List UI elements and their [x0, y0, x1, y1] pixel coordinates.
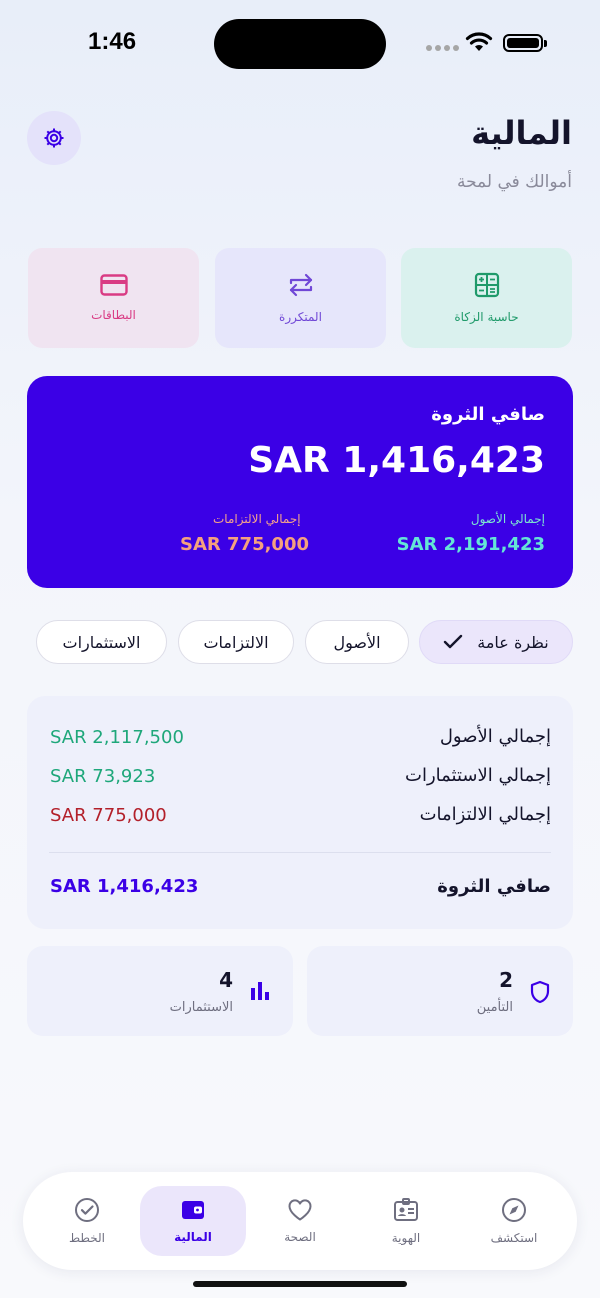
summary-net-worth-value: SAR 1,416,423: [50, 876, 199, 897]
summary-assets-label: إجمالي الأصول: [439, 726, 551, 747]
heart-icon: [288, 1199, 312, 1221]
shield-icon: [530, 980, 550, 1004]
summary-liabilities-label: إجمالي الالتزامات: [419, 804, 551, 825]
nav-health-label: الصحة: [284, 1230, 316, 1244]
nav-explore-label: استكشف: [490, 1231, 538, 1245]
summary-divider: [49, 852, 551, 853]
wifi-icon: [465, 32, 493, 51]
tab-overview-label: نظرة عامة: [477, 632, 549, 652]
credit-card-icon: [99, 274, 128, 296]
net-worth-value: SAR 1,416,423: [248, 440, 545, 481]
zakat-calculator-button[interactable]: حاسبة الزكاة: [401, 248, 572, 348]
insurance-card[interactable]: 2 التأمين: [307, 946, 573, 1036]
total-assets-label: إجمالي الأصول: [470, 512, 545, 526]
tab-investments-label: الاستثمارات: [62, 632, 141, 652]
tab-overview[interactable]: نظرة عامة: [419, 620, 573, 664]
nav-finance[interactable]: المالية: [140, 1186, 246, 1256]
battery-icon: [503, 34, 543, 52]
wallet-icon: [182, 1201, 204, 1219]
cards-button[interactable]: البطاقات: [28, 248, 199, 348]
calculator-icon: [474, 272, 499, 298]
investments-label: الاستثمارات: [169, 1000, 233, 1015]
gear-icon: [44, 128, 64, 148]
bar-chart-icon: [251, 982, 269, 1000]
tab-investments[interactable]: الاستثمارات: [36, 620, 167, 664]
summary-investments-label: إجمالي الاستثمارات: [405, 765, 551, 786]
nav-plans[interactable]: الخطط: [34, 1186, 140, 1256]
net-worth-card: صافي الثروة SAR 1,416,423 إجمالي الأصول …: [27, 376, 573, 588]
nav-plans-label: الخطط: [69, 1231, 105, 1245]
tab-liabilities[interactable]: الالتزامات: [178, 620, 294, 664]
insurance-label: التأمين: [476, 1000, 513, 1015]
nav-identity[interactable]: الهوية: [353, 1186, 459, 1256]
tab-assets[interactable]: الأصول: [305, 620, 409, 664]
page-title: المالية: [471, 114, 572, 152]
dynamic-island: [214, 19, 386, 69]
battery-tip: [544, 40, 547, 47]
settings-button[interactable]: [27, 111, 81, 165]
checkmark-icon: [444, 634, 463, 649]
page-subtitle: أموالك في لمحة: [456, 172, 572, 192]
cards-label: البطاقات: [91, 308, 136, 322]
insurance-count: 2: [499, 968, 513, 992]
nav-explore[interactable]: استكشف: [461, 1186, 567, 1256]
total-assets-value: SAR 2,191,423: [396, 534, 545, 555]
zakat-calculator-label: حاسبة الزكاة: [454, 310, 519, 324]
summary-card: إجمالي الأصول SAR 2,117,500 إجمالي الاست…: [27, 696, 573, 929]
summary-assets-value: SAR 2,117,500: [50, 727, 184, 748]
investments-card[interactable]: 4 الاستثمارات: [27, 946, 293, 1036]
tab-assets-label: الأصول: [333, 632, 381, 652]
summary-investments-value: SAR 73,923: [50, 766, 156, 787]
total-liabilities-value: SAR 775,000: [180, 534, 310, 555]
id-badge-icon: [394, 1198, 418, 1221]
total-liabilities-label: إجمالي الالتزامات: [213, 512, 301, 526]
check-circle-icon: [75, 1198, 99, 1222]
home-indicator: [193, 1281, 407, 1287]
nav-health[interactable]: الصحة: [247, 1186, 353, 1256]
nav-finance-label: المالية: [174, 1230, 212, 1244]
compass-icon: [502, 1198, 526, 1222]
recurring-button[interactable]: المتكررة: [215, 248, 386, 348]
bottom-nav: استكشف الهوية الصحة المالية الخطط: [23, 1172, 577, 1270]
status-time: 1:46: [88, 28, 137, 55]
recurring-label: المتكررة: [279, 310, 322, 324]
summary-net-worth-label: صافي الثروة: [437, 876, 551, 897]
investments-count: 4: [219, 968, 233, 992]
summary-liabilities-value: SAR 775,000: [50, 805, 167, 826]
repeat-icon: [289, 273, 312, 297]
nav-identity-label: الهوية: [391, 1231, 421, 1245]
cellular-signal-icon: [426, 45, 459, 51]
net-worth-label: صافي الثروة: [431, 404, 545, 425]
tab-liabilities-label: الالتزامات: [203, 632, 269, 652]
